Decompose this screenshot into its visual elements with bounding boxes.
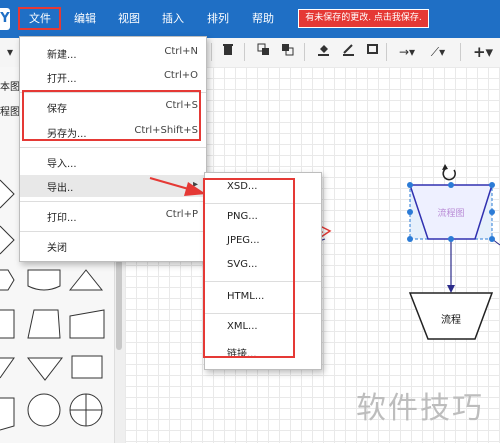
selected-shape-label: 流程图 xyxy=(437,209,465,219)
shortcut-label: Ctrl+P xyxy=(165,209,198,220)
menu-item-open[interactable]: 打开... Ctrl+O xyxy=(20,66,206,88)
to-back-icon[interactable] xyxy=(277,42,297,62)
dropdown-icon[interactable]: ▾ xyxy=(0,42,20,62)
menu-item-print[interactable]: 打印... Ctrl+P xyxy=(20,205,206,227)
save-options-highlight xyxy=(22,90,201,141)
delete-icon[interactable] xyxy=(218,42,238,62)
menu-divider xyxy=(20,231,206,232)
toolbar-divider xyxy=(304,43,305,61)
menu-item-import[interactable]: 导入... xyxy=(20,151,206,173)
menu-arrange[interactable]: 排列 xyxy=(207,0,229,38)
watermark: 软件技巧 xyxy=(356,391,484,426)
toolbar-divider xyxy=(386,43,387,61)
toolbar-divider xyxy=(211,43,212,61)
menu-item-label: 打开... xyxy=(47,74,77,85)
menu-item-label: 关闭 xyxy=(47,243,67,254)
toolbar-divider xyxy=(244,43,245,61)
waypoint-icon[interactable]: ⟋▾ xyxy=(425,42,451,62)
menu-divider xyxy=(20,201,206,202)
line-color-icon[interactable] xyxy=(338,42,358,62)
panel-section-label: 本图 xyxy=(0,82,20,93)
scrollbar-thumb[interactable] xyxy=(116,260,122,350)
menu-item-label: 打印... xyxy=(47,213,77,224)
fill-color-icon[interactable] xyxy=(313,42,333,62)
insert-icon[interactable]: +▾ xyxy=(470,42,496,62)
menu-item-label: 新建... xyxy=(47,50,77,61)
menu-help[interactable]: 帮助 xyxy=(252,0,274,38)
menu-divider xyxy=(20,147,206,148)
toolbar-divider xyxy=(460,43,461,61)
menu-view[interactable]: 视图 xyxy=(118,0,140,38)
menu-item-close[interactable]: 关闭 xyxy=(20,235,206,257)
annotation-arrow xyxy=(149,177,206,196)
shortcut-label: Ctrl+O xyxy=(163,70,198,81)
menu-item-new[interactable]: 新建... Ctrl+N xyxy=(20,42,206,64)
panel-section-label: 程图 xyxy=(0,107,20,118)
menu-item-label: 导出.. xyxy=(47,183,74,194)
shortcut-label: Ctrl+N xyxy=(164,46,198,57)
menu-item-label: 导入... xyxy=(47,159,77,170)
connection-icon[interactable]: →▾ xyxy=(394,42,420,62)
shape-label: 流程 xyxy=(441,315,461,326)
unsaved-changes-button[interactable]: 有未保存的更改. 点击我保存. xyxy=(298,9,429,28)
shadow-icon[interactable] xyxy=(362,42,382,62)
file-menu: 新建... Ctrl+N 打开... Ctrl+O 保存 Ctrl+S 另存为.… xyxy=(19,36,207,262)
menu-insert[interactable]: 插入 xyxy=(162,0,184,38)
file-menu-highlight xyxy=(18,7,61,30)
to-front-icon[interactable] xyxy=(253,42,273,62)
export-options-highlight xyxy=(203,178,295,358)
app-logo-icon: Y xyxy=(0,11,10,26)
